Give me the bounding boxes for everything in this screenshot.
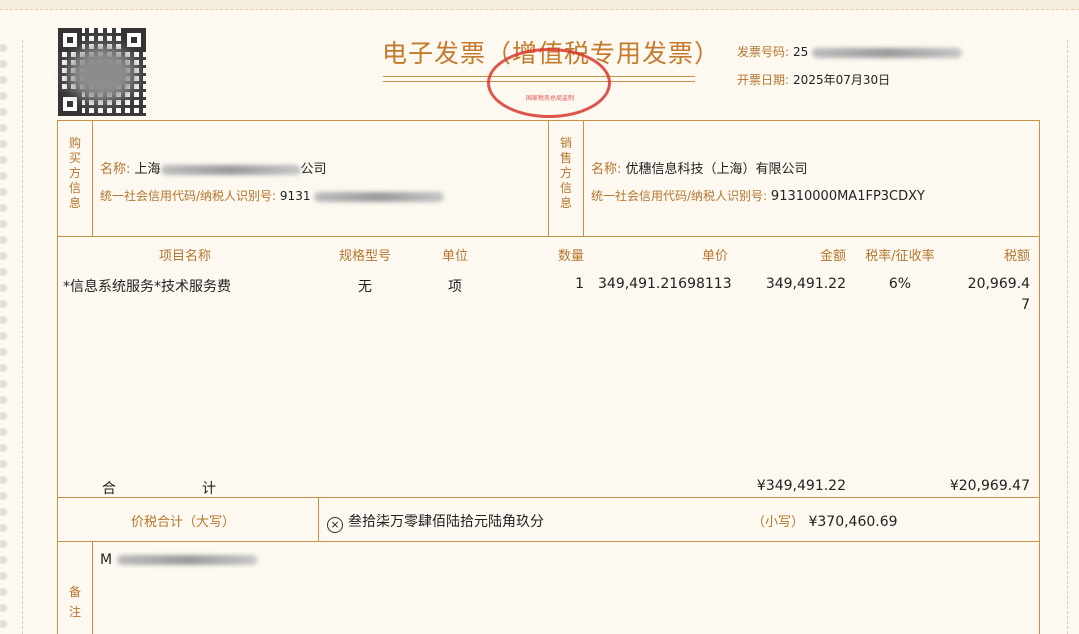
close-circle-icon: ×: [327, 517, 343, 533]
seal-text: 国家税务总局监制: [525, 95, 574, 102]
total-label-ji: 计: [202, 481, 216, 497]
seller-name-label: 名称:: [591, 162, 622, 177]
total-tax: ¥20,969.47: [949, 478, 1030, 494]
item-name: *信息系统服务*技术服务费: [63, 279, 231, 295]
item-unit: 项: [448, 279, 462, 295]
buyer-section-label: 购买方信息: [68, 136, 81, 210]
seller-tax-id: 统一社会信用代码/纳税人识别号: 91310000MA1FP3CDXY: [591, 187, 925, 204]
qr-code: [58, 28, 146, 116]
seller-tax-label: 统一社会信用代码/纳税人识别号:: [591, 189, 768, 203]
seller-section-label: 销售方信息: [559, 136, 572, 210]
buyer-tax-prefix: 9131: [279, 189, 311, 203]
col-header-rate: 税率/征收率: [865, 249, 935, 264]
col-header-tax: 税额: [1003, 249, 1030, 264]
col-header-spec: 规格型号: [338, 249, 391, 264]
buyer-name-label: 名称:: [100, 162, 131, 177]
col-header-name: 项目名称: [158, 249, 211, 264]
dashed-margin-right: [1067, 40, 1068, 634]
item-price: 349,491.21698113: [598, 276, 732, 292]
item-spec: 无: [358, 279, 372, 295]
buyer-name: 名称: 上海 公司: [100, 158, 327, 177]
invoice-date-label: 开票日期:: [737, 73, 790, 87]
buyer-name-prefix: 上海: [134, 162, 161, 177]
seller-tax-value: 91310000MA1FP3CDXY: [770, 189, 925, 204]
col-header-price: 单价: [701, 249, 728, 264]
remarks-label: 备注: [68, 585, 81, 619]
total-amount: ¥349,491.22: [756, 478, 846, 494]
remarks-text: M: [100, 552, 257, 568]
divider: [583, 120, 584, 237]
divider: [318, 497, 319, 541]
item-tax-line2: 7: [1021, 297, 1030, 313]
invoice-date-value: 2025年07月30日: [793, 73, 891, 87]
divider: [92, 120, 93, 237]
buyer-name-suffix: 公司: [300, 162, 327, 177]
buyer-tax-id: 统一社会信用代码/纳税人识别号: 9131: [100, 187, 445, 204]
item-qty: 1: [575, 276, 584, 292]
remarks-text-visible: M: [100, 552, 113, 568]
col-header-qty: 数量: [557, 249, 584, 264]
divider: [57, 541, 1040, 542]
buyer-tax-label: 统一社会信用代码/纳税人识别号:: [100, 189, 277, 203]
grand-total-small: （小写） ¥370,460.69: [752, 511, 898, 530]
redacted-buyer-name: [160, 164, 301, 175]
redacted-buyer-tax: [314, 191, 445, 202]
invoice-number-label: 发票号码:: [737, 45, 790, 59]
grand-total-words: 叁拾柒万零肆佰陆拾元陆角玖分: [348, 514, 544, 530]
top-edge: [0, 0, 1079, 10]
invoice-date: 开票日期: 2025年07月30日: [737, 71, 890, 88]
grand-total-words-row: × 叁拾柒万零肆佰陆拾元陆角玖分: [327, 511, 544, 533]
seller-name: 名称: 优穗信息科技（上海）有限公司: [591, 158, 808, 177]
item-amount: 349,491.22: [765, 276, 846, 292]
grand-total-small-value: ¥370,460.69: [808, 514, 898, 530]
redacted-remarks: [116, 555, 257, 565]
invoice-number-value: 25: [793, 45, 809, 59]
grand-total-label: 价税合计（大写）: [131, 515, 236, 530]
item-rate: 6%: [888, 276, 912, 292]
dashed-margin-left: [22, 40, 23, 634]
official-seal: 国家税务总局监制: [487, 48, 611, 118]
perforation-edge: [0, 40, 14, 634]
invoice-number: 发票号码: 25: [737, 43, 963, 60]
grand-total-small-label: （小写）: [752, 515, 805, 530]
divider: [92, 541, 93, 634]
seller-name-value: 优穗信息科技（上海）有限公司: [625, 162, 808, 177]
item-tax-line1: 20,969.4: [967, 276, 1030, 292]
col-header-amount: 金额: [819, 249, 846, 264]
redacted-number: [812, 47, 963, 58]
total-label-he: 合: [102, 481, 116, 497]
col-header-unit: 单位: [441, 249, 468, 264]
divider: [548, 120, 549, 237]
